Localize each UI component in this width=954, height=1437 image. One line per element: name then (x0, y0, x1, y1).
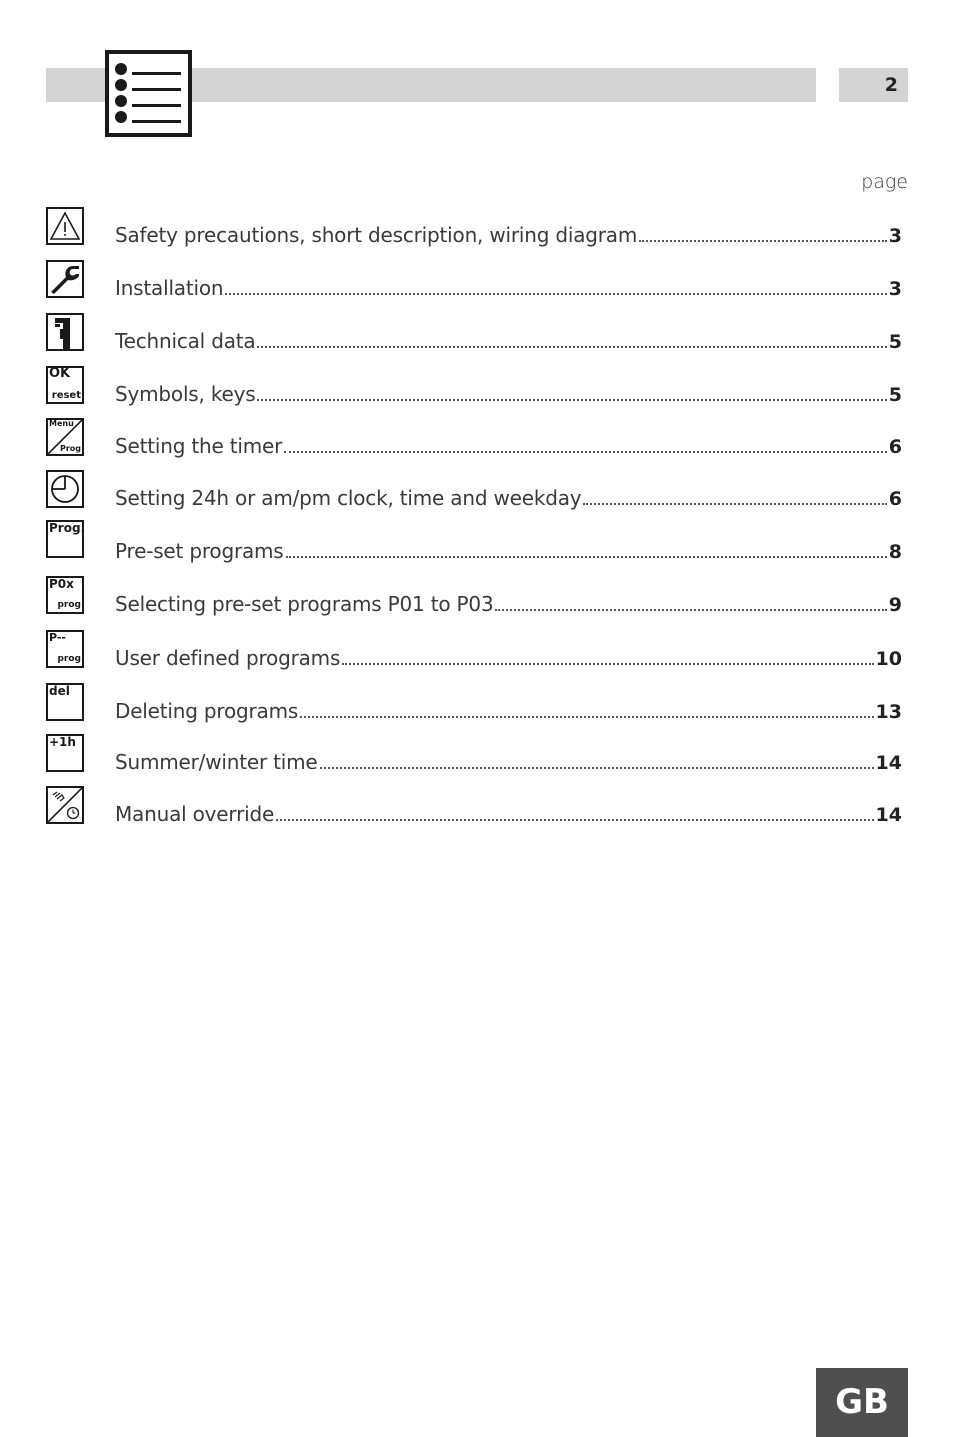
dot-leader (583, 502, 887, 505)
toc-entry[interactable]: Prog. Pre-set programs 8 (46, 520, 902, 563)
toc-entry[interactable]: Manual override 14 (46, 786, 902, 826)
toc-title: Selecting pre-set programs P01 to P03 (115, 592, 494, 616)
toc-page-number: 8 (888, 541, 902, 563)
icon-label: prog (57, 600, 81, 610)
toc-entry[interactable]: Installation 3 (46, 260, 902, 300)
dot-leader (257, 398, 887, 401)
toc-page-number: 5 (888, 384, 902, 406)
toc-entry[interactable]: P-- prog User defined programs 10 (46, 630, 902, 670)
icon-label: del (49, 684, 70, 698)
icon-label: reset (51, 390, 81, 401)
wrench-icon (46, 260, 84, 298)
dot-leader (285, 555, 887, 558)
toc-entry[interactable]: Setting 24h or am/pm clock, time and wee… (46, 470, 902, 510)
dot-leader (495, 608, 887, 611)
dot-leader (284, 450, 887, 453)
toc-title: Summer/winter time (115, 750, 318, 774)
icon-label: prog (57, 654, 81, 664)
page-column-label: page (861, 171, 908, 193)
toc-page-number: 6 (888, 436, 902, 458)
toc-title: Safety precautions, short description, w… (115, 223, 638, 247)
icon-label: P-- (49, 631, 66, 644)
icon-label: +1h (49, 735, 76, 749)
icon-label: P0x (49, 577, 74, 591)
dot-leader (300, 715, 874, 718)
menu-prog-icon: Menu Prog (46, 418, 84, 456)
page-number: 2 (839, 68, 908, 102)
toc-title: Setting 24h or am/pm clock, time and wee… (115, 486, 582, 510)
delete-icon: del (46, 683, 84, 721)
toc-page-number: 3 (888, 278, 902, 300)
icon-label: Prog. (49, 521, 84, 535)
caliper-icon (46, 313, 84, 351)
clock-icon (46, 470, 84, 508)
p-prog-icon: P-- prog (46, 630, 84, 668)
icon-label: Prog (59, 444, 81, 453)
list-icon (105, 50, 192, 137)
dot-leader (639, 239, 887, 242)
icon-label: Menu (49, 419, 74, 428)
toc-entry[interactable]: Technical data 5 (46, 313, 902, 353)
dot-leader (257, 345, 887, 348)
p0x-prog-icon: P0x prog (46, 576, 84, 614)
dot-leader (319, 766, 874, 769)
warning-icon (46, 207, 84, 245)
language-badge: GB (816, 1368, 908, 1437)
toc-entry[interactable]: OK reset Symbols, keys 5 (46, 366, 902, 406)
toc-title: Technical data (115, 329, 256, 353)
prog-icon: Prog. (46, 520, 84, 558)
dot-leader (342, 662, 874, 665)
hand-clock-icon (46, 786, 84, 824)
toc-page-number: 14 (875, 804, 902, 826)
toc-page-number: 13 (875, 701, 902, 723)
toc-page-number: 14 (875, 752, 902, 774)
toc-entry[interactable]: +1h Summer/winter time 14 (46, 734, 902, 774)
dot-leader (276, 818, 874, 821)
toc-title: Manual override (115, 802, 275, 826)
toc-title: Installation (115, 276, 224, 300)
icon-label: OK (49, 366, 71, 381)
toc-title: User defined programs (115, 646, 341, 670)
toc-title: Deleting programs (115, 699, 299, 723)
plus-1h-icon: +1h (46, 734, 84, 772)
toc-title: Setting the timer (115, 434, 283, 458)
toc-title: Pre-set programs (115, 539, 284, 563)
toc-entry[interactable]: P0x prog Selecting pre-set programs P01 … (46, 576, 902, 616)
toc-page-number: 3 (888, 225, 902, 247)
toc-title: Symbols, keys (115, 382, 256, 406)
toc-entry[interactable]: Menu Prog Setting the timer 6 (46, 418, 902, 458)
toc-page-number: 10 (875, 648, 902, 670)
dot-leader (225, 292, 887, 295)
toc-entry[interactable]: del Deleting programs 13 (46, 683, 902, 723)
toc-page-number: 6 (888, 488, 902, 510)
toc-entry[interactable]: Safety precautions, short description, w… (46, 207, 902, 247)
ok-reset-icon: OK reset (46, 366, 84, 404)
toc-page-number: 9 (888, 594, 902, 616)
toc-page-number: 5 (888, 331, 902, 353)
